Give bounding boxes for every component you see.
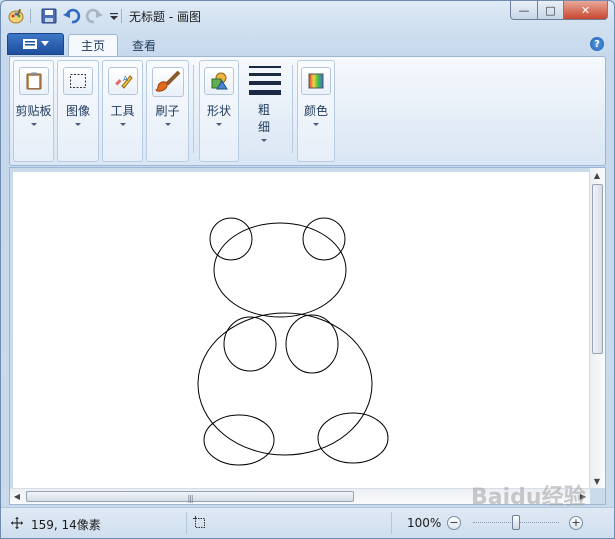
save-icon[interactable] bbox=[40, 7, 58, 25]
close-button[interactable]: ✕ bbox=[564, 1, 608, 20]
paint-app-icon[interactable] bbox=[7, 7, 25, 25]
undo-icon[interactable] bbox=[63, 7, 81, 25]
vertical-scroll-thumb[interactable] bbox=[592, 184, 603, 354]
help-button[interactable]: ? bbox=[590, 37, 604, 51]
maximize-icon: □ bbox=[545, 3, 556, 17]
minus-icon: − bbox=[449, 516, 459, 529]
paint-window: 无标题 - 画图 — □ ✕ 主页 查看 ? 剪贴板 图像 A 工具 刷子 形状… bbox=[0, 0, 615, 539]
cursor-position: 159, 14像素 bbox=[31, 518, 101, 532]
colors-icon bbox=[301, 67, 331, 95]
zoom-level: 100% bbox=[407, 516, 442, 530]
ribbon-home: 剪贴板 图像 A 工具 刷子 形状 粗 细 颜色 bbox=[9, 56, 606, 166]
chevron-down-icon bbox=[75, 123, 81, 126]
line-width-icon bbox=[249, 66, 281, 95]
brushes-label: 刷子 bbox=[155, 104, 180, 118]
clipboard-group[interactable]: 剪贴板 bbox=[13, 60, 54, 162]
line-width-label-thick: 粗 bbox=[257, 103, 270, 117]
status-separator bbox=[391, 512, 392, 534]
chevron-down-icon bbox=[30, 123, 37, 126]
scroll-down-icon[interactable]: ▼ bbox=[590, 474, 604, 488]
zoom-out-button[interactable]: − bbox=[447, 516, 461, 530]
selection-size-icon bbox=[193, 516, 205, 528]
tab-home[interactable]: 主页 bbox=[68, 34, 119, 56]
drawing-head bbox=[213, 222, 347, 318]
drawing-right-ear bbox=[302, 217, 346, 261]
drawing-body bbox=[197, 312, 373, 456]
ribbon-separator bbox=[193, 65, 194, 153]
shapes-label: 形状 bbox=[206, 104, 231, 118]
scroll-up-icon[interactable]: ▲ bbox=[590, 168, 604, 182]
ribbon-separator bbox=[292, 65, 293, 153]
shapes-icon bbox=[204, 67, 234, 95]
grip-icon: ||| bbox=[187, 494, 193, 503]
image-label: 图像 bbox=[65, 104, 90, 118]
select-icon bbox=[63, 67, 93, 95]
window-title: 无标题 - 画图 bbox=[129, 10, 201, 24]
canvas-area: ▲ ▼ ◀ ||| ▶ bbox=[9, 167, 606, 505]
chevron-down-icon bbox=[119, 123, 126, 126]
status-bar: 159, 14像素 100% − + bbox=[1, 507, 614, 538]
minimize-button[interactable]: — bbox=[510, 1, 538, 20]
vertical-scrollbar[interactable]: ▲ ▼ bbox=[589, 168, 605, 488]
svg-text:A: A bbox=[123, 75, 128, 83]
title-bar[interactable]: 无标题 - 画图 — □ ✕ bbox=[1, 1, 614, 31]
panda-drawing bbox=[197, 217, 389, 466]
chevron-down-icon bbox=[216, 123, 222, 126]
menu-icon bbox=[22, 39, 37, 49]
help-icon: ? bbox=[594, 38, 600, 50]
drawing-left-foot bbox=[203, 414, 275, 466]
tools-group[interactable]: A 工具 bbox=[102, 60, 143, 162]
window-controls: — □ ✕ bbox=[510, 1, 608, 20]
clipboard-icon bbox=[18, 67, 49, 95]
clipboard-label: 剪贴板 bbox=[15, 104, 52, 118]
zoom-in-button[interactable]: + bbox=[569, 516, 583, 530]
redo-icon[interactable] bbox=[85, 7, 103, 25]
maximize-button[interactable]: □ bbox=[538, 1, 564, 20]
drawing-left-arm bbox=[223, 316, 277, 372]
chevron-down-icon bbox=[40, 41, 49, 46]
tab-view[interactable]: 查看 bbox=[120, 34, 168, 56]
chevron-down-icon bbox=[261, 139, 267, 142]
horizontal-scroll-thumb[interactable]: ||| bbox=[26, 491, 354, 503]
drawing-canvas[interactable] bbox=[13, 172, 589, 488]
ribbon-tabs: 主页 查看 ? bbox=[1, 32, 614, 56]
shapes-group[interactable]: 形状 bbox=[199, 60, 239, 162]
status-separator bbox=[186, 512, 187, 534]
plus-icon: + bbox=[571, 516, 581, 529]
tools-label: 工具 bbox=[110, 104, 135, 118]
chevron-down-icon bbox=[164, 123, 171, 126]
scroll-left-icon[interactable]: ◀ bbox=[10, 489, 24, 503]
brush-icon bbox=[151, 67, 184, 97]
brushes-group[interactable]: 刷子 bbox=[146, 60, 189, 162]
image-group[interactable]: 图像 bbox=[57, 60, 99, 162]
colors-group[interactable]: 颜色 bbox=[297, 60, 335, 162]
cursor-position-icon bbox=[11, 517, 23, 529]
tab-view-label: 查看 bbox=[132, 38, 157, 53]
colors-label: 颜色 bbox=[303, 104, 328, 118]
chevron-down-icon bbox=[313, 123, 319, 126]
zoom-slider-thumb[interactable] bbox=[512, 515, 520, 530]
minimize-icon: — bbox=[518, 3, 530, 17]
paint-menu-button[interactable] bbox=[7, 33, 64, 55]
tools-icon: A bbox=[107, 67, 138, 95]
tab-home-label: 主页 bbox=[81, 39, 106, 53]
line-width-label-thin: 细 bbox=[257, 120, 270, 134]
close-icon: ✕ bbox=[580, 3, 591, 17]
drawing-right-foot bbox=[317, 412, 389, 464]
line-width-group[interactable]: 粗 细 bbox=[241, 60, 287, 162]
